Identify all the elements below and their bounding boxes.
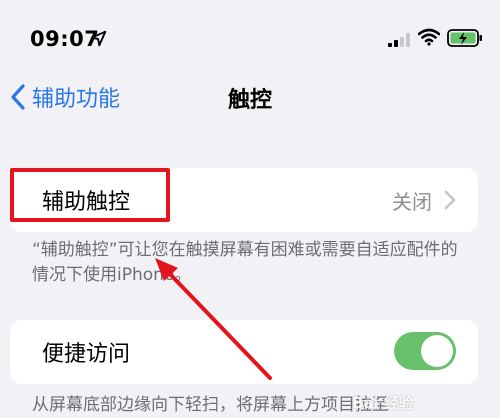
- cellular-signal-icon: [388, 33, 410, 47]
- status-time: 09:07: [30, 27, 100, 51]
- red-highlight-box: [10, 168, 170, 222]
- assistive-touch-footer: “辅助触控”可让您在触摸屏幕有困难或需要自适应配件的情况下使用iPhone。: [32, 240, 458, 285]
- location-arrow-icon: [90, 30, 107, 47]
- toggle-knob: [421, 335, 453, 367]
- assistive-touch-value: 关闭: [392, 190, 432, 214]
- navigation-bar: 辅助功能 触控: [0, 75, 500, 119]
- battery-charging-icon: [447, 29, 482, 47]
- chevron-right-icon: [444, 190, 456, 210]
- reachability-toggle[interactable]: [394, 332, 456, 370]
- status-bar: 09:07: [0, 0, 500, 70]
- reachability-row: 便捷访问: [10, 320, 478, 384]
- baidu-jingyan-watermark: Bai 经验: [352, 394, 414, 412]
- page-title: 触控: [227, 88, 272, 113]
- wifi-icon: [418, 28, 440, 46]
- reachability-label: 便捷访问: [42, 342, 131, 367]
